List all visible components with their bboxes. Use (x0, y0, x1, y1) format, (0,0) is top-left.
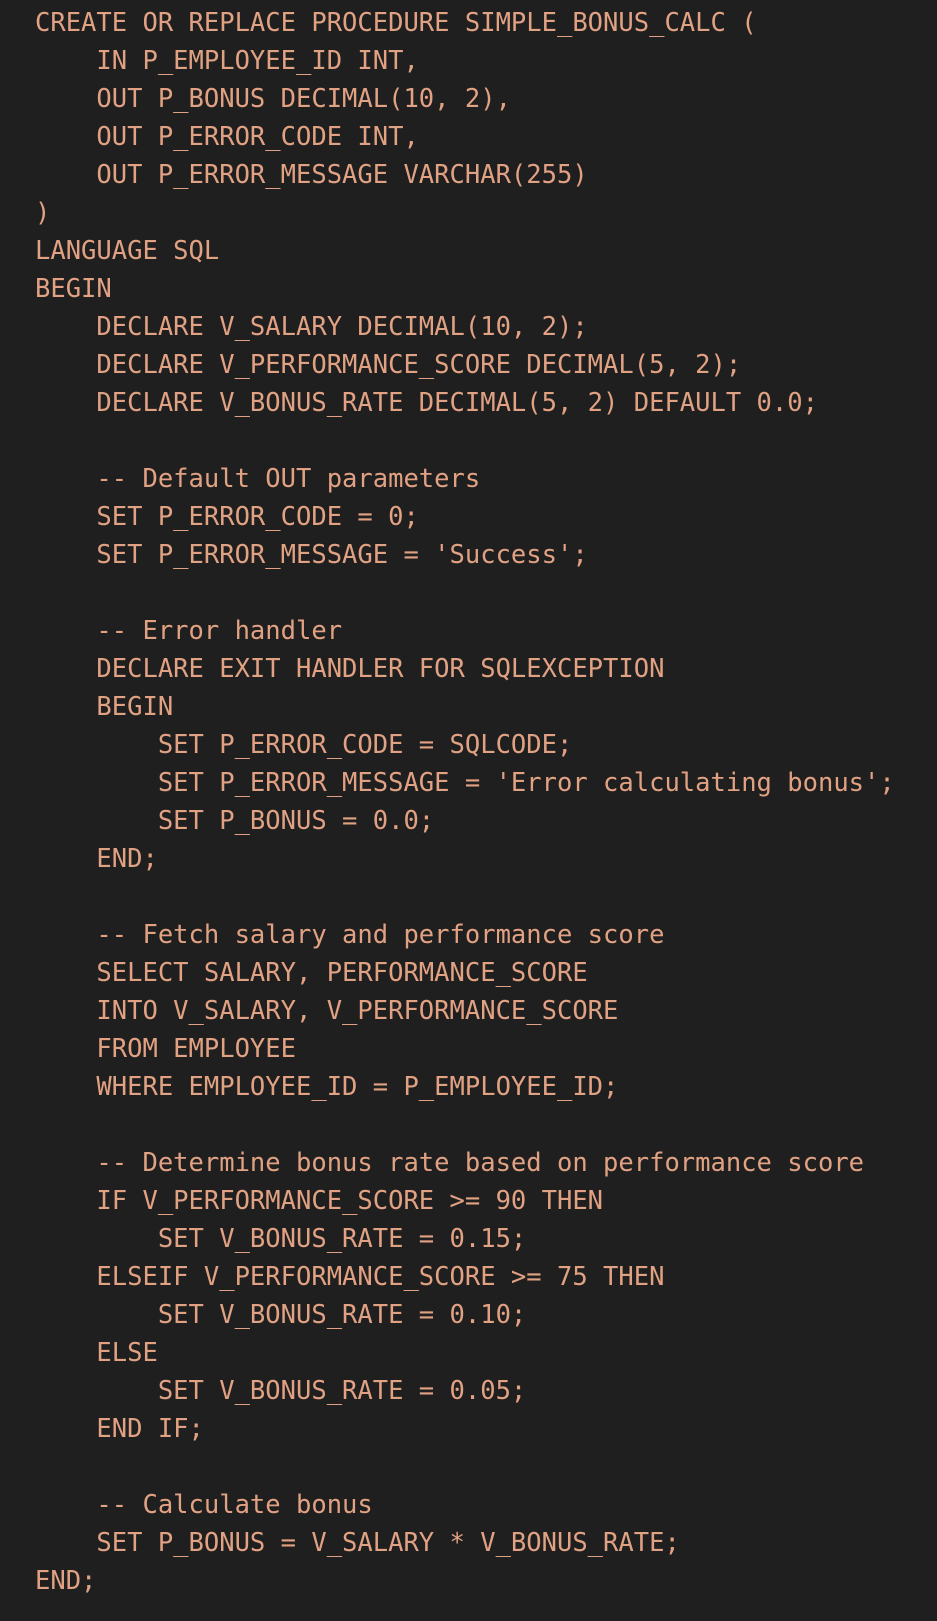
code-line: LANGUAGE SQL (35, 236, 220, 266)
code-line: INTO V_SALARY, V_PERFORMANCE_SCORE (35, 996, 619, 1026)
code-line: SET P_ERROR_CODE = 0; (35, 502, 419, 532)
code-line: SET V_BONUS_RATE = 0.05; (35, 1376, 527, 1406)
code-line: SET V_BONUS_RATE = 0.15; (35, 1224, 527, 1254)
code-line: DECLARE V_PERFORMANCE_SCORE DECIMAL(5, 2… (35, 350, 742, 380)
code-line: SELECT SALARY, PERFORMANCE_SCORE (35, 958, 588, 988)
code-line: FROM EMPLOYEE (35, 1034, 296, 1064)
code-line: BEGIN (35, 692, 174, 722)
code-line: OUT P_BONUS DECIMAL(10, 2), (35, 84, 511, 114)
code-line: SET P_BONUS = V_SALARY * V_BONUS_RATE; (35, 1528, 680, 1558)
code-line: SET P_ERROR_MESSAGE = 'Success'; (35, 540, 588, 570)
code-line: END IF; (35, 1414, 204, 1444)
code-line: SET P_BONUS = 0.0; (35, 806, 435, 836)
code-line: OUT P_ERROR_CODE INT, (35, 122, 419, 152)
code-line: SET V_BONUS_RATE = 0.10; (35, 1300, 527, 1330)
code-line: BEGIN (35, 274, 112, 304)
code-line: -- Fetch salary and performance score (35, 920, 665, 950)
code-line: SET P_ERROR_MESSAGE = 'Error calculating… (35, 768, 895, 798)
code-line: IF V_PERFORMANCE_SCORE >= 90 THEN (35, 1186, 604, 1216)
code-line: END; (35, 1566, 97, 1596)
code-line: -- Calculate bonus (35, 1490, 373, 1520)
code-line: -- Determine bonus rate based on perform… (35, 1148, 865, 1178)
code-line: -- Default OUT parameters (35, 464, 481, 494)
code-line: DECLARE V_SALARY DECIMAL(10, 2); (35, 312, 588, 342)
code-line: ELSE (35, 1338, 158, 1368)
code-line: OUT P_ERROR_MESSAGE VARCHAR(255) (35, 160, 588, 190)
code-editor[interactable]: CREATE OR REPLACE PROCEDURE SIMPLE_BONUS… (0, 0, 937, 1621)
code-line: DECLARE EXIT HANDLER FOR SQLEXCEPTION (35, 654, 665, 684)
code-line: DECLARE V_BONUS_RATE DECIMAL(5, 2) DEFAU… (35, 388, 818, 418)
code-line: CREATE OR REPLACE PROCEDURE SIMPLE_BONUS… (35, 8, 757, 38)
code-line: ELSEIF V_PERFORMANCE_SCORE >= 75 THEN (35, 1262, 665, 1292)
code-line: -- Error handler (35, 616, 343, 646)
code-line: ) (35, 198, 51, 228)
code-line: IN P_EMPLOYEE_ID INT, (35, 46, 419, 76)
code-line: WHERE EMPLOYEE_ID = P_EMPLOYEE_ID; (35, 1072, 619, 1102)
code-line: SET P_ERROR_CODE = SQLCODE; (35, 730, 573, 760)
code-line: END; (35, 844, 158, 874)
